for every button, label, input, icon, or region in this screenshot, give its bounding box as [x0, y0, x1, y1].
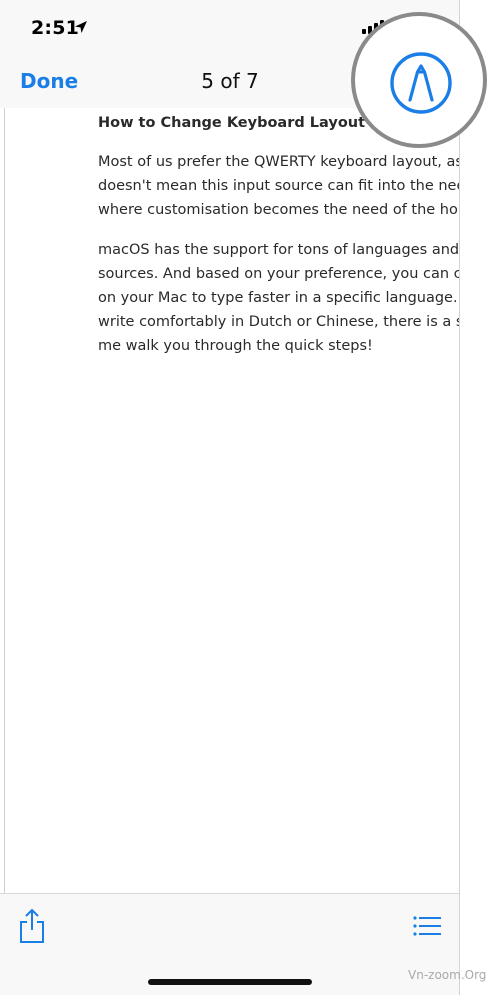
markup-pen-icon[interactable]	[388, 50, 454, 116]
paragraph-line: macOS has the support for tons of langua…	[98, 242, 460, 258]
paragraph-line: doesn't mean this input source can fit i…	[98, 178, 460, 194]
paragraph-line: sources. And based on your preference, y…	[98, 266, 460, 282]
screen-edge	[459, 0, 460, 995]
document-paragraph-2: macOS has the support for tons of langua…	[98, 238, 460, 358]
document-paragraph-1: Most of us prefer the QWERTY keyboard la…	[98, 150, 460, 222]
home-indicator[interactable]	[148, 979, 312, 985]
document-view[interactable]: How to Change Keyboard Layout on Most of…	[0, 108, 460, 893]
paragraph-line: Most of us prefer the QWERTY keyboard la…	[98, 154, 460, 170]
list-icon[interactable]	[413, 915, 441, 937]
location-arrow-icon	[75, 21, 87, 33]
ios-pdf-viewer-screen: 2:51 Done 5 of 7 How to Change Keyboard …	[0, 0, 460, 995]
status-time: 2:51	[31, 17, 80, 39]
page-counter-text: 5 of 7	[201, 69, 259, 93]
bottom-toolbar	[0, 893, 460, 995]
page-edge	[4, 108, 5, 893]
paragraph-line: me walk you through the quick steps!	[98, 338, 373, 354]
paragraph-line: where customisation becomes the need of …	[98, 202, 460, 218]
share-icon[interactable]	[18, 908, 46, 944]
paragraph-line: on your Mac to type faster in a specific…	[98, 290, 460, 306]
document-page: How to Change Keyboard Layout on Most of…	[98, 112, 460, 358]
watermark-text: Vn-zoom.Org	[408, 968, 487, 982]
paragraph-line: write comfortably in Dutch or Chinese, t…	[98, 314, 460, 330]
